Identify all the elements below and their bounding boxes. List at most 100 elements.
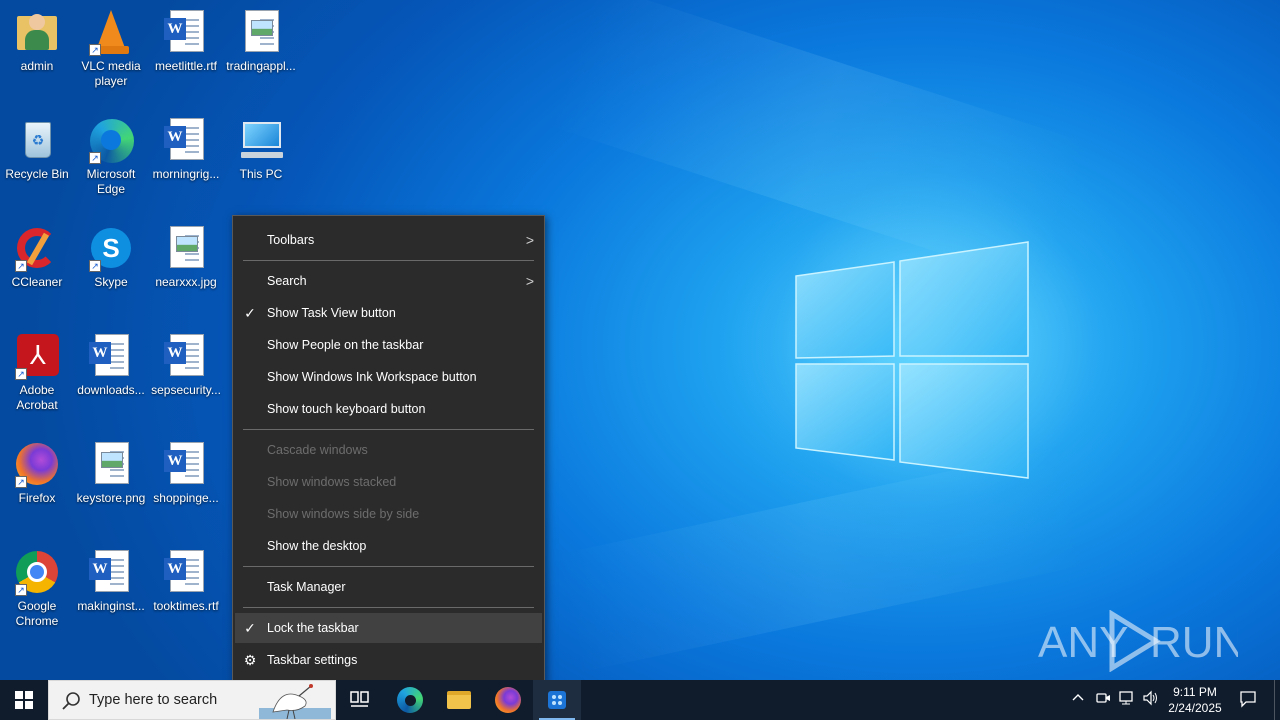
desktop-icon-label: VLC media player xyxy=(81,59,141,88)
desktop-icon-label: morningrig... xyxy=(152,167,220,181)
ccleaner-icon: ↗ xyxy=(13,224,61,272)
desktop-icon-label: makinginst... xyxy=(77,599,145,613)
menu-item-show-touch-keyboard[interactable]: Show touch keyboard button xyxy=(235,394,542,424)
desktop-icon-vlc[interactable]: ↗ VLC media player xyxy=(74,8,148,89)
firefox-icon xyxy=(495,687,521,713)
file-explorer-icon xyxy=(447,691,471,709)
search-placeholder: Type here to search xyxy=(89,692,218,708)
search-icon xyxy=(62,692,80,710)
taskbar-edge-button[interactable] xyxy=(386,680,434,720)
desktop-icon-recycle-bin[interactable]: ♻ Recycle Bin xyxy=(0,116,74,182)
desktop-icon-downloads[interactable]: W downloads... xyxy=(74,332,148,398)
menu-item-label: Toolbars xyxy=(267,233,315,247)
desktop-icon-label: downloads... xyxy=(77,383,145,397)
desktop-icon-nearxxx[interactable]: nearxxx.jpg xyxy=(149,224,223,290)
this-pc-icon xyxy=(237,116,285,164)
shortcut-arrow-icon: ↗ xyxy=(89,152,101,164)
clock-time: 9:11 PM xyxy=(1173,685,1217,699)
menu-item-toolbars[interactable]: Toolbars > xyxy=(235,225,542,255)
desktop-icon-microsoft-edge[interactable]: ↗ Microsoft Edge xyxy=(74,116,148,197)
image-file-icon xyxy=(162,224,210,272)
acrobat-icon: ⅄ ↗ xyxy=(13,332,61,380)
shortcut-arrow-icon: ↗ xyxy=(89,44,101,56)
desktop-icon-skype[interactable]: S ↗ Skype xyxy=(74,224,148,290)
desktop-icon-firefox[interactable]: ↗ Firefox xyxy=(0,440,74,506)
menu-item-windows-stacked: Show windows stacked xyxy=(235,467,542,497)
desktop-icon-google-chrome[interactable]: ↗ Google Chrome xyxy=(0,548,74,629)
menu-item-show-ink-workspace[interactable]: Show Windows Ink Workspace button xyxy=(235,362,542,392)
menu-separator xyxy=(243,260,534,261)
start-button[interactable] xyxy=(0,680,48,720)
desktop-icon-tooktimes[interactable]: W tooktimes.rtf xyxy=(149,548,223,614)
show-desktop-button[interactable] xyxy=(1274,680,1275,720)
desktop-icon-this-pc[interactable]: This PC xyxy=(224,116,298,182)
user-folder-icon xyxy=(13,8,61,56)
word-document-icon: W xyxy=(162,440,210,488)
taskbar-anyrun-button[interactable] xyxy=(533,680,581,720)
show-hidden-icons-chevron-icon[interactable] xyxy=(1068,690,1088,710)
watermark-text-left: ANY xyxy=(1038,618,1128,667)
menu-item-label: Taskbar settings xyxy=(267,653,358,667)
desktop-icon-label: tradingappl... xyxy=(226,59,296,73)
edge-icon: ↗ xyxy=(87,116,135,164)
meet-now-icon[interactable] xyxy=(1093,690,1113,710)
desktop-icon-label: This PC xyxy=(239,167,283,181)
menu-item-cascade-windows: Cascade windows xyxy=(235,435,542,465)
skype-icon: S ↗ xyxy=(87,224,135,272)
menu-item-task-manager[interactable]: Task Manager xyxy=(235,572,542,602)
vlc-icon: ↗ xyxy=(87,8,135,56)
word-document-icon: W xyxy=(162,332,210,380)
word-document-icon: W xyxy=(87,548,135,596)
watermark-text-right: RUN xyxy=(1150,618,1238,667)
checkmark-icon: ✓ xyxy=(244,305,256,321)
desktop-icon-label: sepsecurity... xyxy=(151,383,221,397)
notification-center-icon[interactable] xyxy=(1238,690,1258,710)
task-view-button[interactable] xyxy=(336,680,384,720)
image-file-icon xyxy=(237,8,285,56)
volume-icon[interactable] xyxy=(1141,690,1161,710)
desktop-icon-label: tooktimes.rtf xyxy=(153,599,219,613)
desktop-icon-ccleaner[interactable]: ↗ CCleaner xyxy=(0,224,74,290)
desktop-icon-makinginst[interactable]: W makinginst... xyxy=(74,548,148,614)
taskbar-file-explorer-button[interactable] xyxy=(435,680,483,720)
taskbar-firefox-button[interactable] xyxy=(484,680,532,720)
menu-item-label: Show touch keyboard button xyxy=(267,402,426,416)
menu-item-show-desktop[interactable]: Show the desktop xyxy=(235,531,542,561)
shortcut-arrow-icon: ↗ xyxy=(15,584,27,596)
desktop-icon-label: CCleaner xyxy=(11,275,63,289)
menu-item-label: Show the desktop xyxy=(267,539,367,553)
menu-item-show-people[interactable]: Show People on the taskbar xyxy=(235,330,542,360)
menu-item-label: Show People on the taskbar xyxy=(267,338,424,352)
taskbar-clock[interactable]: 9:11 PM 2/24/2025 xyxy=(1160,684,1230,716)
taskbar-search-box[interactable]: Type here to search xyxy=(48,680,336,720)
task-view-icon xyxy=(350,691,369,707)
any-run-icon xyxy=(548,691,566,709)
shortcut-arrow-icon: ↗ xyxy=(89,260,101,272)
desktop-icon-morningrig[interactable]: W morningrig... xyxy=(149,116,223,182)
shortcut-arrow-icon: ↗ xyxy=(15,368,27,380)
desktop-icon-shoppinge[interactable]: W shoppinge... xyxy=(149,440,223,506)
network-icon[interactable] xyxy=(1117,690,1137,710)
menu-item-label: Show Windows Ink Workspace button xyxy=(267,370,477,384)
menu-item-label: Show windows side by side xyxy=(267,507,420,521)
desktop-icon-keystore[interactable]: keystore.png xyxy=(74,440,148,506)
chevron-right-icon: > xyxy=(525,273,534,289)
crane-bird-icon xyxy=(259,684,331,719)
desktop-icon-adobe-acrobat[interactable]: ⅄ ↗ Adobe Acrobat xyxy=(0,332,74,413)
desktop-icon-sepsecurity[interactable]: W sepsecurity... xyxy=(149,332,223,398)
taskbar-context-menu: Toolbars > Search > ✓ Show Task View but… xyxy=(232,215,545,685)
desktop-icon-tradingappl[interactable]: tradingappl... xyxy=(224,8,298,74)
desktop-icon-label: meetlittle.rtf xyxy=(154,59,217,73)
word-document-icon: W xyxy=(87,332,135,380)
menu-item-show-task-view[interactable]: ✓ Show Task View button xyxy=(235,298,542,328)
menu-item-taskbar-settings[interactable]: ⚙ Taskbar settings xyxy=(235,645,542,675)
desktop-icon-meetlittle[interactable]: W meetlittle.rtf xyxy=(149,8,223,74)
desktop-icon-label: Google Chrome xyxy=(15,599,59,628)
image-file-icon xyxy=(87,440,135,488)
desktop-icon-label: shoppinge... xyxy=(153,491,219,505)
menu-item-search[interactable]: Search > xyxy=(235,266,542,296)
desktop-icon-admin[interactable]: admin xyxy=(0,8,74,74)
menu-item-label: Cascade windows xyxy=(267,443,368,457)
taskbar: Type here to search 9:11 PM 2/24/2025 xyxy=(0,680,1280,720)
menu-item-lock-taskbar[interactable]: ✓ Lock the taskbar xyxy=(235,613,542,643)
